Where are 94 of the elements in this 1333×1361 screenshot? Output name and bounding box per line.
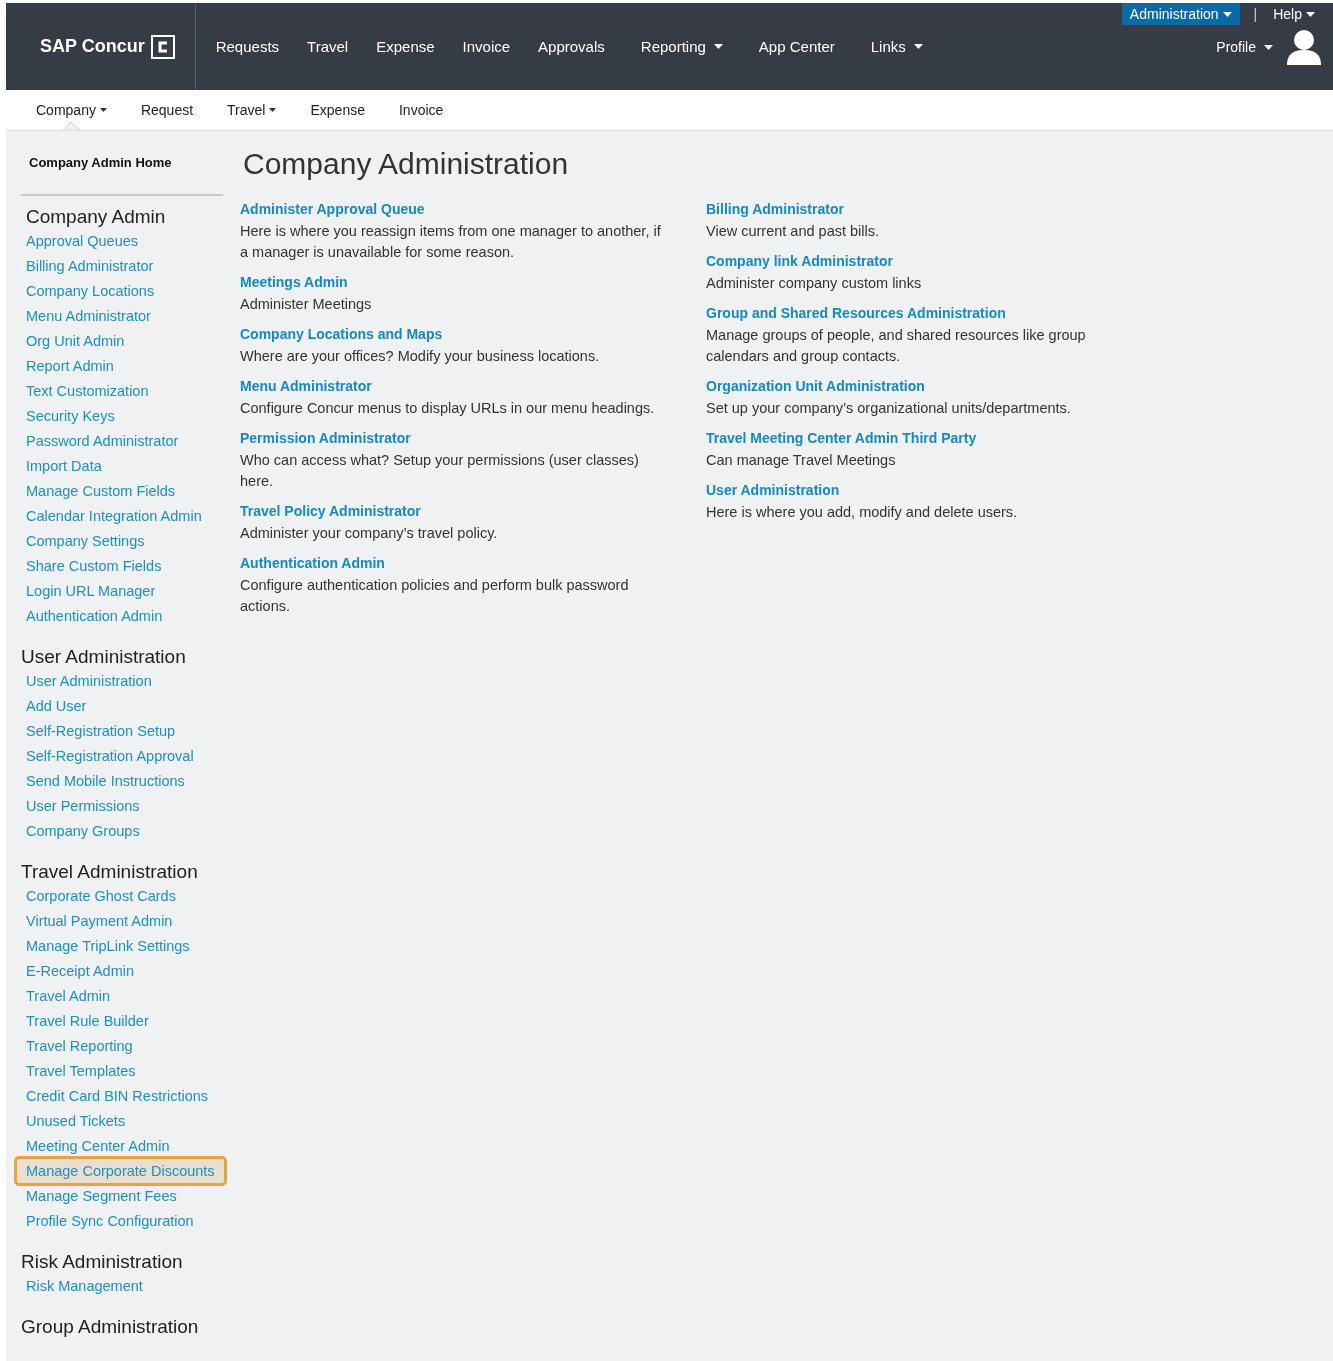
sidebar-link[interactable]: Travel Admin [26, 988, 111, 1004]
profile-menu[interactable]: Profile [1216, 39, 1273, 55]
nav-menu-item[interactable]: Invoice [448, 38, 525, 55]
sub-menu-item[interactable]: Travel [227, 102, 294, 118]
tool-description: Administer your company’s travel policy. [240, 524, 499, 543]
sidebar-link[interactable]: Company Groups [26, 823, 140, 839]
section-heading: Travel Administration [21, 861, 199, 883]
separator: | [1252, 6, 1259, 22]
top-menu-link[interactable]: Help [1265, 3, 1323, 25]
nav-menu-item[interactable]: Links [856, 38, 937, 55]
sidebar-link[interactable]: Self-Registration Setup [26, 723, 176, 739]
admin-tool-link[interactable]: Organization Unit Administration [706, 378, 1132, 394]
nav-menu-item[interactable]: Requests [201, 38, 294, 55]
caret-icon [1306, 11, 1315, 17]
sidebar-link[interactable]: Virtual Payment Admin [26, 913, 173, 929]
sub-menu-item[interactable]: Request [140, 102, 211, 118]
top-menu-link[interactable]: Administration [1121, 3, 1240, 25]
sidebar-link[interactable]: Company Settings [26, 533, 145, 549]
tool-description: Administer company custom links [706, 274, 923, 293]
nav-menu-item[interactable]: App Center [744, 38, 849, 55]
sub-menu-item[interactable]: Invoice [398, 102, 461, 118]
admin-tool-link[interactable]: Menu Administrator [240, 378, 666, 394]
sidebar-link[interactable]: Menu Administrator [26, 308, 151, 324]
admin-tool-link[interactable]: Billing Administrator [706, 201, 1132, 217]
admin-tool-link[interactable]: Meetings Admin [240, 274, 666, 290]
admin-tool-link[interactable]: Permission Administrator [240, 430, 666, 446]
tool-description: Set up your company’s organizational units/departments. [706, 399, 1072, 418]
tool-description: Manage groups of people, and shared resources like group calendars and group contacts. [706, 326, 1087, 366]
nav-menu-item[interactable]: Expense [362, 38, 449, 55]
tool-description: Administer Meetings [240, 295, 373, 314]
sidebar-link[interactable]: Travel Rule Builder [26, 1013, 149, 1029]
sub-menu-item[interactable]: Expense [310, 102, 382, 118]
tool-description: View current and past bills. [706, 222, 881, 241]
admin-tool-link[interactable]: Authentication Admin [240, 555, 666, 571]
sidebar-link[interactable]: Corporate Ghost Cards [26, 888, 176, 904]
logo-c-icon [150, 34, 175, 59]
sidebar-link[interactable]: Credit Card BIN Restrictions [26, 1088, 209, 1104]
sidebar-link[interactable]: E-Receipt Admin [26, 963, 134, 979]
sidebar-link[interactable]: Meeting Center Admin [26, 1138, 170, 1154]
sidebar-link[interactable]: Manage TripLink Settings [26, 938, 190, 954]
tool-description: Here is where you reassign items from one manager to another, if a manager is unavailable for some reason. [240, 222, 662, 262]
tool-description: Here is where you add, modify and delete users. [706, 503, 1019, 522]
sidebar-link[interactable]: Profile Sync Configuration [26, 1213, 194, 1229]
nav-menu-item[interactable]: Travel [293, 38, 363, 55]
admin-tool-link[interactable]: Travel Meeting Center Admin Third Party [706, 430, 1132, 446]
sidebar-link[interactable]: Org Unit Admin [26, 333, 125, 349]
section-heading: Group Administration [21, 1316, 200, 1338]
tool-description: Configure authentication policies and perform bulk password actions. [240, 576, 630, 616]
sidebar-link[interactable]: User Permissions [26, 798, 140, 814]
admin-tool-link[interactable]: Travel Policy Administrator [240, 503, 666, 519]
tool-description: Can manage Travel Meetings [706, 451, 897, 470]
tool-description: Configure Concur menus to display URLs in our menu headings. [240, 399, 656, 418]
section-heading: Company Admin [26, 206, 167, 228]
sidebar-link[interactable]: Company Locations [26, 283, 155, 299]
caret-icon [1264, 44, 1273, 50]
admin-tool-link[interactable]: Company link Administrator [706, 253, 1132, 269]
company-admin-home-link[interactable]: Company Admin Home [21, 155, 223, 196]
sub-menu-item[interactable]: Company [36, 102, 124, 118]
sidebar-link[interactable]: Billing Administrator [26, 258, 154, 274]
sidebar-link[interactable]: Password Administrator [26, 433, 179, 449]
admin-tool-link[interactable]: Company Locations and Maps [240, 326, 666, 342]
sidebar-link[interactable]: Travel Templates [26, 1063, 136, 1079]
admin-tool-link[interactable]: Group and Shared Resources Administration [706, 305, 1132, 321]
sidebar-link[interactable]: Report Admin [26, 358, 114, 374]
sidebar-link[interactable]: Travel Reporting [26, 1038, 133, 1054]
sidebar-link[interactable]: Calendar Integration Admin [26, 508, 202, 524]
sidebar-link[interactable]: Security Keys [26, 408, 115, 424]
tool-description: Who can access what? Setup your permissions (user classes) here. [240, 451, 640, 491]
section-heading: Risk Administration [21, 1251, 184, 1273]
section-heading: User Administration [21, 646, 187, 668]
nav-menu-item[interactable]: Approvals [524, 38, 619, 55]
logo-text: SAP Concur [40, 36, 145, 57]
sidebar-link[interactable]: Manage Custom Fields [26, 483, 176, 499]
sidebar-link[interactable]: Risk Management [26, 1278, 143, 1294]
nav-menu-item[interactable]: Reporting [626, 38, 737, 55]
admin-tool-link[interactable]: Administer Approval Queue [240, 201, 666, 217]
tool-description: Where are your offices? Modify your business locations. [240, 347, 601, 366]
sidebar-link[interactable]: Send Mobile Instructions [26, 773, 185, 789]
user-avatar-icon[interactable] [1287, 29, 1321, 65]
sidebar-link[interactable]: Import Data [26, 458, 102, 474]
sidebar-link[interactable]: Approval Queues [26, 233, 139, 249]
sidebar-link[interactable]: Manage Segment Fees [26, 1188, 177, 1204]
sidebar-link[interactable]: Add User [26, 698, 87, 714]
sidebar-link[interactable]: Authentication Admin [26, 608, 163, 624]
page-title: Company Administration [243, 147, 570, 181]
sidebar-link[interactable]: Login URL Manager [26, 583, 156, 599]
sidebar-link[interactable]: User Administration [26, 673, 152, 689]
sidebar-link[interactable]: Unused Tickets [26, 1113, 126, 1129]
sidebar-link[interactable]: Share Custom Fields [26, 558, 162, 574]
admin-tool-link[interactable]: User Administration [706, 482, 1132, 498]
sidebar-link[interactable]: Text Customization [26, 383, 149, 399]
sidebar-link[interactable]: Manage Corporate Discounts [14, 1156, 227, 1186]
sidebar-link[interactable]: Self-Registration Approval [26, 748, 194, 764]
caret-icon [1222, 11, 1232, 17]
